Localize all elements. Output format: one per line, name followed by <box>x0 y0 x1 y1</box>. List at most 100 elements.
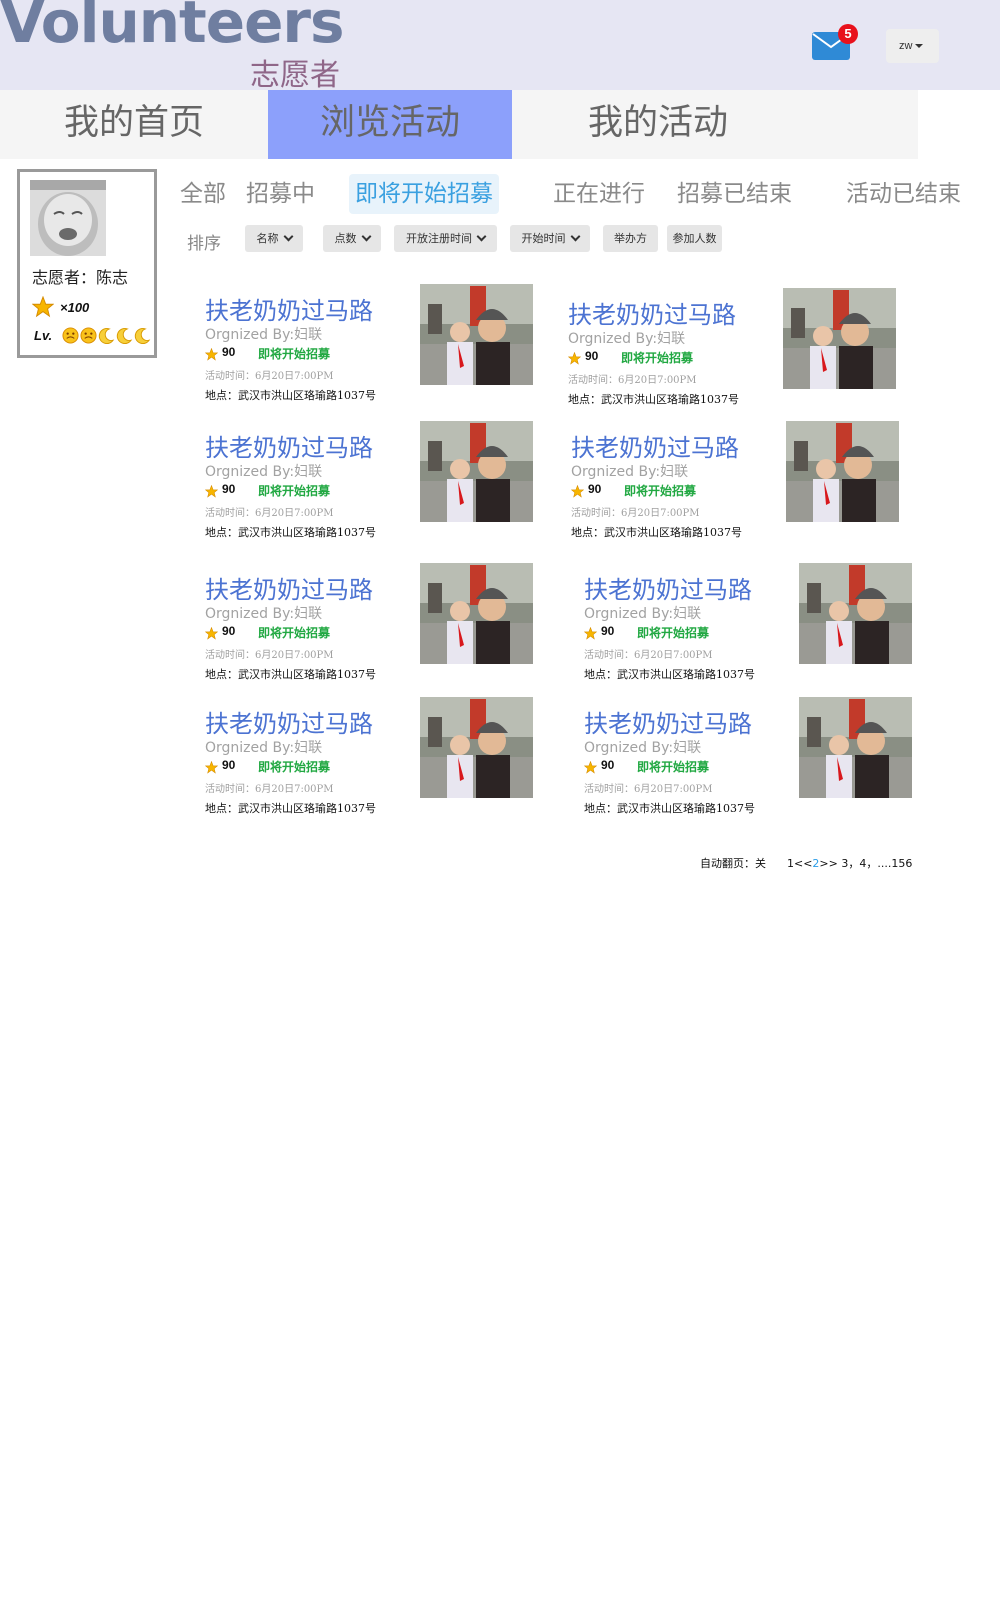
activity-points: 90 <box>222 624 236 638</box>
sort-by-points-button[interactable]: 点数 <box>323 225 381 252</box>
activity-location: 地点：武汉市洪山区珞瑜路1037号 <box>571 526 742 539</box>
star-icon <box>583 759 598 778</box>
sort-by-points-label: 点数 <box>334 232 357 245</box>
activity-card[interactable]: 扶老奶奶过马路 Orgnized By:妇联 90 即将开始招募活动时间：6月20日7… <box>570 421 911 540</box>
sort-by-organizer-button[interactable]: 举办方 <box>603 225 658 252</box>
activity-card[interactable]: 扶老奶奶过马路 Orgnized By:妇联 90 即将开始招募 活动时间：6月20日7… <box>583 563 924 682</box>
activity-points: 90 <box>222 482 236 496</box>
sort-by-participants-label: 参加人数 <box>672 232 717 245</box>
pagination-suffix[interactable]: >> 3，4，....156 <box>819 857 912 870</box>
activity-status: 即将开始招募 <box>258 760 331 774</box>
sort-by-start-time-label: 开始时间 <box>521 232 566 245</box>
activity-organizer: Orgnized By:妇联 <box>584 740 702 756</box>
activity-photo[interactable] <box>420 284 533 385</box>
unread-badge: 5 <box>838 24 858 44</box>
activity-card[interactable]: 扶老奶奶过马路 Orgnized By:妇联 90 即将开始招募活动时间：6月20日7… <box>567 288 908 407</box>
activity-photo[interactable] <box>799 563 912 664</box>
filter-activity-ended[interactable]: 活动已结束 <box>846 174 961 214</box>
activity-card[interactable]: 扶老奶奶过马路 Orgnized By:妇联 90 即将开始招募 活动时间：6月20日7… <box>204 697 545 816</box>
volunteer-name: 志愿者：陈志 <box>32 268 129 287</box>
sort-by-participants-button[interactable]: 参加人数 <box>667 225 722 252</box>
star-icon <box>583 625 598 644</box>
star-icon <box>32 296 54 318</box>
sort-by-registration-time-button[interactable]: 开放注册时间 <box>394 225 497 252</box>
sort-by-name-label: 名称 <box>256 232 279 245</box>
activity-title[interactable]: 扶老奶奶过马路 <box>571 428 739 463</box>
activity-status: 即将开始招募 <box>258 347 331 361</box>
activity-title[interactable]: 扶老奶奶过马路 <box>584 570 752 605</box>
filter-in-progress[interactable]: 正在进行 <box>553 174 645 214</box>
activity-organizer: Orgnized By:妇联 <box>584 606 702 622</box>
filter-recruiting[interactable]: 招募中 <box>246 174 315 214</box>
activity-title[interactable]: 扶老奶奶过马路 <box>205 291 373 326</box>
activity-points: 90 <box>222 758 236 772</box>
activity-organizer: Orgnized By:妇联 <box>205 464 323 480</box>
chevron-down-icon <box>476 231 487 242</box>
activity-status: 即将开始招募 <box>637 760 710 774</box>
tab-my-activities[interactable]: 我的活动 <box>512 90 804 159</box>
activity-status: 即将开始招募 <box>621 351 694 365</box>
activity-photo[interactable] <box>799 697 912 798</box>
activity-title[interactable]: 扶老奶奶过马路 <box>584 704 752 739</box>
activity-points: 90 <box>601 758 615 772</box>
moon-icon <box>98 327 115 344</box>
sort-by-name-button[interactable]: 名称 <box>245 225 303 252</box>
activity-photo[interactable] <box>420 697 533 798</box>
filter-upcoming-recruitment[interactable]: 即将开始招募 <box>349 174 499 214</box>
moon-icon <box>116 327 133 344</box>
star-icon <box>204 483 219 502</box>
activity-location: 地点：武汉市洪山区珞瑜路1037号 <box>584 802 755 815</box>
activity-card[interactable]: 扶老奶奶过马路 Orgnized By:妇联 90 即将开始招募 活动时间：6月20日7… <box>583 697 924 816</box>
activity-title[interactable]: 扶老奶奶过马路 <box>568 295 736 330</box>
sort-by-organizer-label: 举办方 <box>614 232 647 245</box>
activity-time: 活动时间：6月20日7:00PM <box>205 784 334 795</box>
points-value: ×100 <box>60 300 90 315</box>
star-icon <box>204 625 219 644</box>
filter-recruitment-ended[interactable]: 招募已结束 <box>677 174 792 214</box>
sort-by-start-time-button[interactable]: 开始时间 <box>510 225 590 252</box>
star-icon <box>204 346 219 365</box>
activity-photo[interactable] <box>783 288 896 389</box>
star-icon <box>570 483 585 502</box>
avatar[interactable] <box>30 180 106 256</box>
activity-location: 地点：武汉市洪山区珞瑜路1037号 <box>584 668 755 681</box>
activity-organizer: Orgnized By:妇联 <box>568 331 686 347</box>
activity-photo[interactable] <box>420 421 533 522</box>
activity-points: 90 <box>601 624 615 638</box>
activity-location: 地点：武汉市洪山区珞瑜路1037号 <box>205 389 376 402</box>
tab-browse-activities[interactable]: 浏览活动 <box>268 90 512 159</box>
activity-status: 即将开始招募 <box>258 484 331 498</box>
activity-location: 地点：武汉市洪山区珞瑜路1037号 <box>205 668 376 681</box>
activity-points: 90 <box>222 345 236 359</box>
activity-card[interactable]: 扶老奶奶过马路 Orgnized By:妇联 90 即将开始招募 活动时间：6月20日7… <box>204 284 545 403</box>
activity-location: 地点：武汉市洪山区珞瑜路1037号 <box>205 526 376 539</box>
activity-title[interactable]: 扶老奶奶过马路 <box>205 704 373 739</box>
activity-title[interactable]: 扶老奶奶过马路 <box>205 570 373 605</box>
site-logo[interactable]: Volunteers <box>0 0 345 56</box>
activity-photo[interactable] <box>420 563 533 664</box>
pagination-prefix[interactable]: 1<< <box>787 857 812 870</box>
activity-points: 90 <box>585 349 599 363</box>
user-menu-button[interactable]: zw <box>886 29 939 63</box>
activity-time: 活动时间：6月20日7:00PM <box>205 371 334 382</box>
activity-time: 活动时间：6月20日7:00PM <box>584 650 713 661</box>
tab-my-home[interactable]: 我的首页 <box>0 90 268 159</box>
filter-all[interactable]: 全部 <box>180 174 226 214</box>
activity-status: 即将开始招募 <box>624 484 697 498</box>
user-menu-label: zw <box>899 40 913 52</box>
activity-organizer: Orgnized By:妇联 <box>571 464 689 480</box>
activity-time: 活动时间：6月20日7:00PM <box>571 508 700 519</box>
caret-down-icon <box>915 44 924 49</box>
header: Volunteers 志愿者 5 zw <box>0 0 1000 93</box>
activity-card[interactable]: 扶老奶奶过马路 Orgnized By:妇联 90 即将开始招募 活动时间：6月20日7… <box>204 563 545 682</box>
sort-label: 排序 <box>187 234 221 254</box>
activity-photo[interactable] <box>786 421 899 522</box>
activity-time: 活动时间：6月20日7:00PM <box>568 375 697 386</box>
main-nav: 我的首页 浏览活动 我的活动 <box>0 90 918 159</box>
activity-points: 90 <box>588 482 602 496</box>
activity-card[interactable]: 扶老奶奶过马路 Orgnized By:妇联 90 即将开始招募 活动时间：6月20日7… <box>204 421 545 540</box>
sun-face-icon <box>80 327 97 344</box>
auto-page-toggle[interactable]: 自动翻页：关 <box>700 857 766 870</box>
pagination: 自动翻页：关 1<<2>> 3，4，....156 <box>700 855 912 871</box>
activity-title[interactable]: 扶老奶奶过马路 <box>205 428 373 463</box>
